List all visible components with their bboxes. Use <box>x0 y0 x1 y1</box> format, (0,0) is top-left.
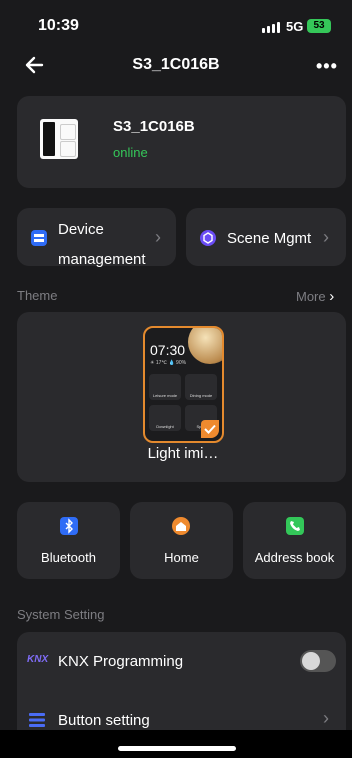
home-button[interactable] <box>130 502 233 579</box>
home-indicator-area <box>0 730 352 758</box>
theme-more-link[interactable]: More › <box>296 288 334 305</box>
more-icon[interactable]: ••• <box>316 56 338 77</box>
selected-check-icon <box>201 420 219 438</box>
knx-programming-label: KNX Programming <box>58 653 184 670</box>
knx-icon: KNX <box>27 654 49 665</box>
device-management-label: Device management <box>58 221 146 268</box>
scene-management-label: Scene Mgmt <box>227 230 312 247</box>
home-label: Home <box>164 550 199 565</box>
device-thumbnail <box>40 119 78 159</box>
chevron-right-icon: › <box>155 227 161 247</box>
system-setting-heading: System Setting <box>17 607 105 622</box>
device-name: S3_1C016B <box>113 118 195 135</box>
home-icon <box>172 517 190 535</box>
device-management-icon <box>31 230 47 246</box>
theme-name: Light imi… <box>147 445 219 462</box>
address-book-label: Address book <box>254 550 335 565</box>
knx-programming-toggle[interactable] <box>300 650 336 672</box>
network-label: 5G <box>286 19 304 34</box>
bluetooth-icon <box>60 517 78 535</box>
chevron-right-icon: › <box>323 708 329 728</box>
bluetooth-button[interactable] <box>17 502 120 579</box>
button-setting-label: Button setting <box>58 712 150 729</box>
phone-icon <box>286 517 304 535</box>
chevron-right-icon: › <box>323 227 329 247</box>
bluetooth-label: Bluetooth <box>41 550 96 565</box>
home-indicator <box>118 746 236 751</box>
battery-icon: 53 <box>307 19 331 33</box>
status-bar: 10:39 5G 53 <box>0 0 352 44</box>
device-status: online <box>113 145 148 160</box>
status-time: 10:39 <box>38 17 79 34</box>
address-book-button[interactable] <box>243 502 346 579</box>
theme-heading: Theme <box>17 288 58 303</box>
signal-icon <box>262 22 280 33</box>
page-title: S3_1C016B <box>132 56 220 73</box>
scene-icon <box>200 230 216 246</box>
